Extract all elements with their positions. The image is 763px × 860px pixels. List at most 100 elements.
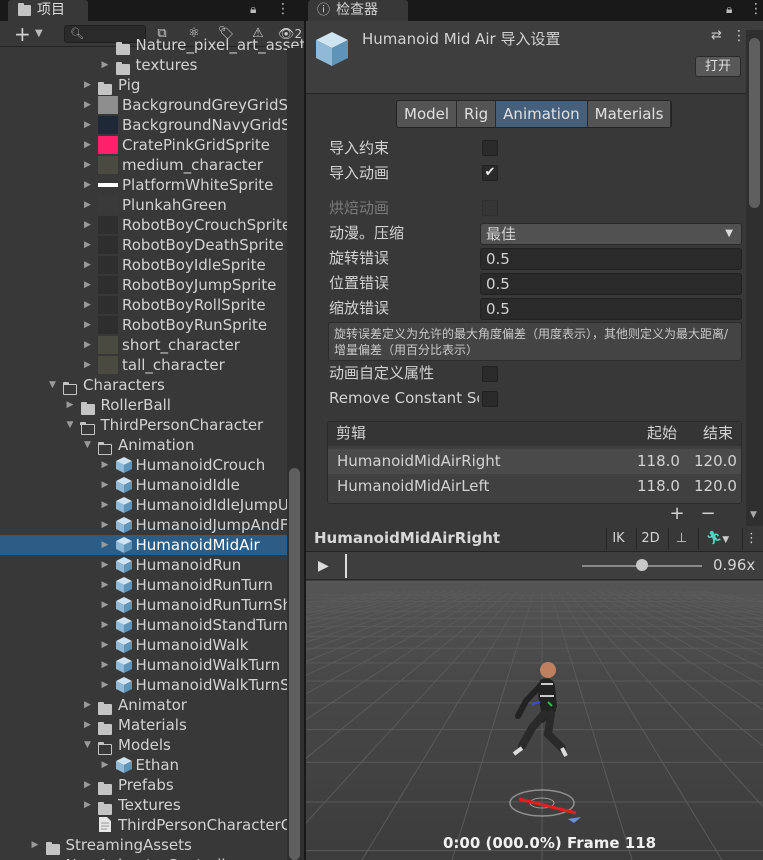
tree-item[interactable]: ▶ medium_character xyxy=(0,155,287,175)
custom-props-checkbox[interactable] xyxy=(482,366,498,382)
collapsed-arrow-icon[interactable]: ▶ xyxy=(84,355,91,375)
collapsed-arrow-icon[interactable]: ▶ xyxy=(84,695,91,715)
tree-item[interactable]: Nature_pixel_art_asset xyxy=(0,35,304,55)
tree-item[interactable]: ▼ Animation xyxy=(0,435,287,455)
tree-item[interactable]: ▶ BackgroundNavyGridS xyxy=(0,115,291,135)
tree-item[interactable]: ▶ HumanoidCrouch xyxy=(0,455,287,475)
tree-item[interactable]: ▶ HumanoidWalkTurn xyxy=(0,655,287,675)
open-button[interactable]: 打开 xyxy=(695,56,741,77)
collapsed-arrow-icon[interactable]: ▶ xyxy=(84,155,91,175)
collapsed-arrow-icon[interactable]: ▶ xyxy=(84,135,91,155)
tree-item[interactable]: ▶ HumanoidRunTurn xyxy=(0,575,287,595)
project-scrollbar-thumb[interactable] xyxy=(289,468,300,860)
tree-item[interactable]: ▶ CratePinkGridSprite xyxy=(0,135,287,155)
lock-icon[interactable]: 🔒︎ xyxy=(726,2,732,17)
clip-row[interactable]: HumanoidMidAirLeft 118.0 120.0 xyxy=(328,474,741,499)
collapsed-arrow-icon[interactable]: ▶ xyxy=(84,215,91,235)
collapsed-arrow-icon[interactable]: ▶ xyxy=(84,315,91,335)
tab-animation[interactable]: Animation xyxy=(496,101,588,127)
remove-constant-checkbox[interactable] xyxy=(482,391,498,407)
collapsed-arrow-icon[interactable]: ▶ xyxy=(102,635,109,655)
tree-item[interactable]: ThirdPersonCharacterC xyxy=(0,815,291,835)
remove-clip-button[interactable]: − xyxy=(696,503,720,525)
tree-item[interactable]: ▶ PlunkahGreen xyxy=(0,195,287,215)
tree-item[interactable]: ▶ RobotBoyCrouchSprite xyxy=(0,215,291,235)
scale-error-field[interactable]: 0.5 xyxy=(480,298,742,320)
tree-item[interactable]: ▶ textures xyxy=(0,55,287,75)
position-error-field[interactable]: 0.5 xyxy=(480,273,742,295)
collapsed-arrow-icon[interactable]: ▶ xyxy=(84,295,91,315)
tree-item[interactable]: ▶ Ethan xyxy=(0,755,287,775)
tree-item[interactable]: ▶ short_character xyxy=(0,335,287,355)
collapsed-arrow-icon[interactable]: ▶ xyxy=(102,615,109,635)
tree-item[interactable]: ▶ RobotBoyRunSprite xyxy=(0,315,287,335)
tree-item[interactable]: ▶ PlatformWhiteSprite xyxy=(0,175,287,195)
tree-item[interactable]: ▶ HumanoidRunTurnSh xyxy=(0,595,293,615)
collapsed-arrow-icon[interactable]: ▶ xyxy=(32,855,39,860)
timeline-cursor[interactable] xyxy=(345,554,347,578)
2d-toggle[interactable]: 2D xyxy=(636,528,664,550)
tree-item[interactable]: ▶ Textures xyxy=(0,795,287,815)
tree-item[interactable]: ▶ RobotBoyIdleSprite xyxy=(0,255,287,275)
collapsed-arrow-icon[interactable]: ▶ xyxy=(84,175,91,195)
collapsed-arrow-icon[interactable]: ▶ xyxy=(84,715,91,735)
expanded-arrow-icon[interactable]: ▼ xyxy=(67,415,74,435)
tab-materials[interactable]: Materials xyxy=(587,101,672,127)
collapsed-arrow-icon[interactable]: ▶ xyxy=(84,275,91,295)
collapsed-arrow-icon[interactable]: ▶ xyxy=(102,575,109,595)
menu-dots-icon[interactable]: ⋮ xyxy=(732,28,746,44)
collapsed-arrow-icon[interactable]: ▶ xyxy=(102,555,109,575)
tree-item[interactable]: ▶ HumanoidRun xyxy=(0,555,287,575)
collapsed-arrow-icon[interactable]: ▶ xyxy=(32,835,39,855)
expanded-arrow-icon[interactable]: ▼ xyxy=(49,375,56,395)
tree-item[interactable]: ▶ Prefabs xyxy=(0,775,287,795)
presets-icon[interactable]: ⇄ xyxy=(711,28,722,43)
collapsed-arrow-icon[interactable]: ▶ xyxy=(102,595,109,615)
collapsed-arrow-icon[interactable]: ▶ xyxy=(84,75,91,95)
tree-item[interactable]: ▶ HumanoidWalk xyxy=(0,635,287,655)
lock-icon[interactable]: 🔒︎ xyxy=(250,2,256,17)
ik-toggle[interactable]: IK xyxy=(606,528,630,550)
tab-rig[interactable]: Rig xyxy=(457,101,497,127)
inspector-scrollbar-thumb[interactable] xyxy=(749,38,760,208)
expanded-arrow-icon[interactable]: ▼ xyxy=(84,735,91,755)
menu-dots-icon[interactable]: ⋮ xyxy=(276,1,290,17)
collapsed-arrow-icon[interactable]: ▶ xyxy=(84,335,91,355)
tree-item[interactable]: ▶ tall_character xyxy=(0,355,287,375)
collapsed-arrow-icon[interactable]: ▶ xyxy=(102,755,109,775)
collapsed-arrow-icon[interactable]: ▶ xyxy=(102,475,109,495)
collapsed-arrow-icon[interactable]: ▶ xyxy=(84,95,91,115)
tree-item[interactable]: ▶ RobotBoyRollSprite xyxy=(0,295,287,315)
collapsed-arrow-icon[interactable]: ▶ xyxy=(84,775,91,795)
tree-item[interactable]: ▶ Pig xyxy=(0,75,287,95)
expanded-arrow-icon[interactable]: ▼ xyxy=(84,435,91,455)
tree-item[interactable]: ▶ HumanoidIdle xyxy=(0,475,287,495)
import-constraints-checkbox[interactable] xyxy=(482,140,498,156)
tree-item[interactable]: ▶ Animator xyxy=(0,695,287,715)
tree-item[interactable]: ▶ HumanoidStandTurn xyxy=(0,615,288,635)
tree-item[interactable]: ▶ Materials xyxy=(0,715,287,735)
collapsed-arrow-icon[interactable]: ▶ xyxy=(102,515,109,535)
collapsed-arrow-icon[interactable]: ▶ xyxy=(84,795,91,815)
collapsed-arrow-icon[interactable]: ▶ xyxy=(84,195,91,215)
collapsed-arrow-icon[interactable]: ▶ xyxy=(84,235,91,255)
tree-item[interactable]: ▶ BackgroundGreyGridS xyxy=(0,95,288,115)
add-clip-button[interactable]: + xyxy=(665,503,689,525)
tree-item[interactable]: ▶ RobotBoyDeathSprite xyxy=(0,235,287,255)
import-animation-checkbox[interactable]: ✔ xyxy=(482,165,498,181)
inspector-tab[interactable]: ⓘ 检查器 xyxy=(308,0,408,21)
collapsed-arrow-icon[interactable]: ▶ xyxy=(102,675,109,695)
avatar-icon[interactable]: 🏃︎▼ xyxy=(698,528,736,550)
tree-item[interactable]: ▼ Models xyxy=(0,735,287,755)
collapsed-arrow-icon[interactable]: ▶ xyxy=(102,655,109,675)
menu-dots-icon[interactable]: ⋮ xyxy=(749,1,763,17)
preview-viewport[interactable]: 0:00 (000.0%) Frame 118 xyxy=(306,581,763,860)
tree-item[interactable]: ▶ HumanoidWalkTurnS xyxy=(0,675,290,695)
tree-item[interactable]: ▶ RobotBoyJumpSprite xyxy=(0,275,287,295)
tree-item[interactable]: ▶ NewAnimatorController xyxy=(0,855,287,860)
tree-item[interactable]: ▶ HumanoidJumpAndF xyxy=(0,515,289,535)
tree-item[interactable]: ▼ ThirdPersonCharacter xyxy=(0,415,287,435)
tree-item[interactable]: ▶ HumanoidIdleJumpU xyxy=(0,495,289,515)
collapsed-arrow-icon[interactable]: ▶ xyxy=(84,115,91,135)
pivot-icon[interactable]: ⊥ xyxy=(668,528,694,550)
